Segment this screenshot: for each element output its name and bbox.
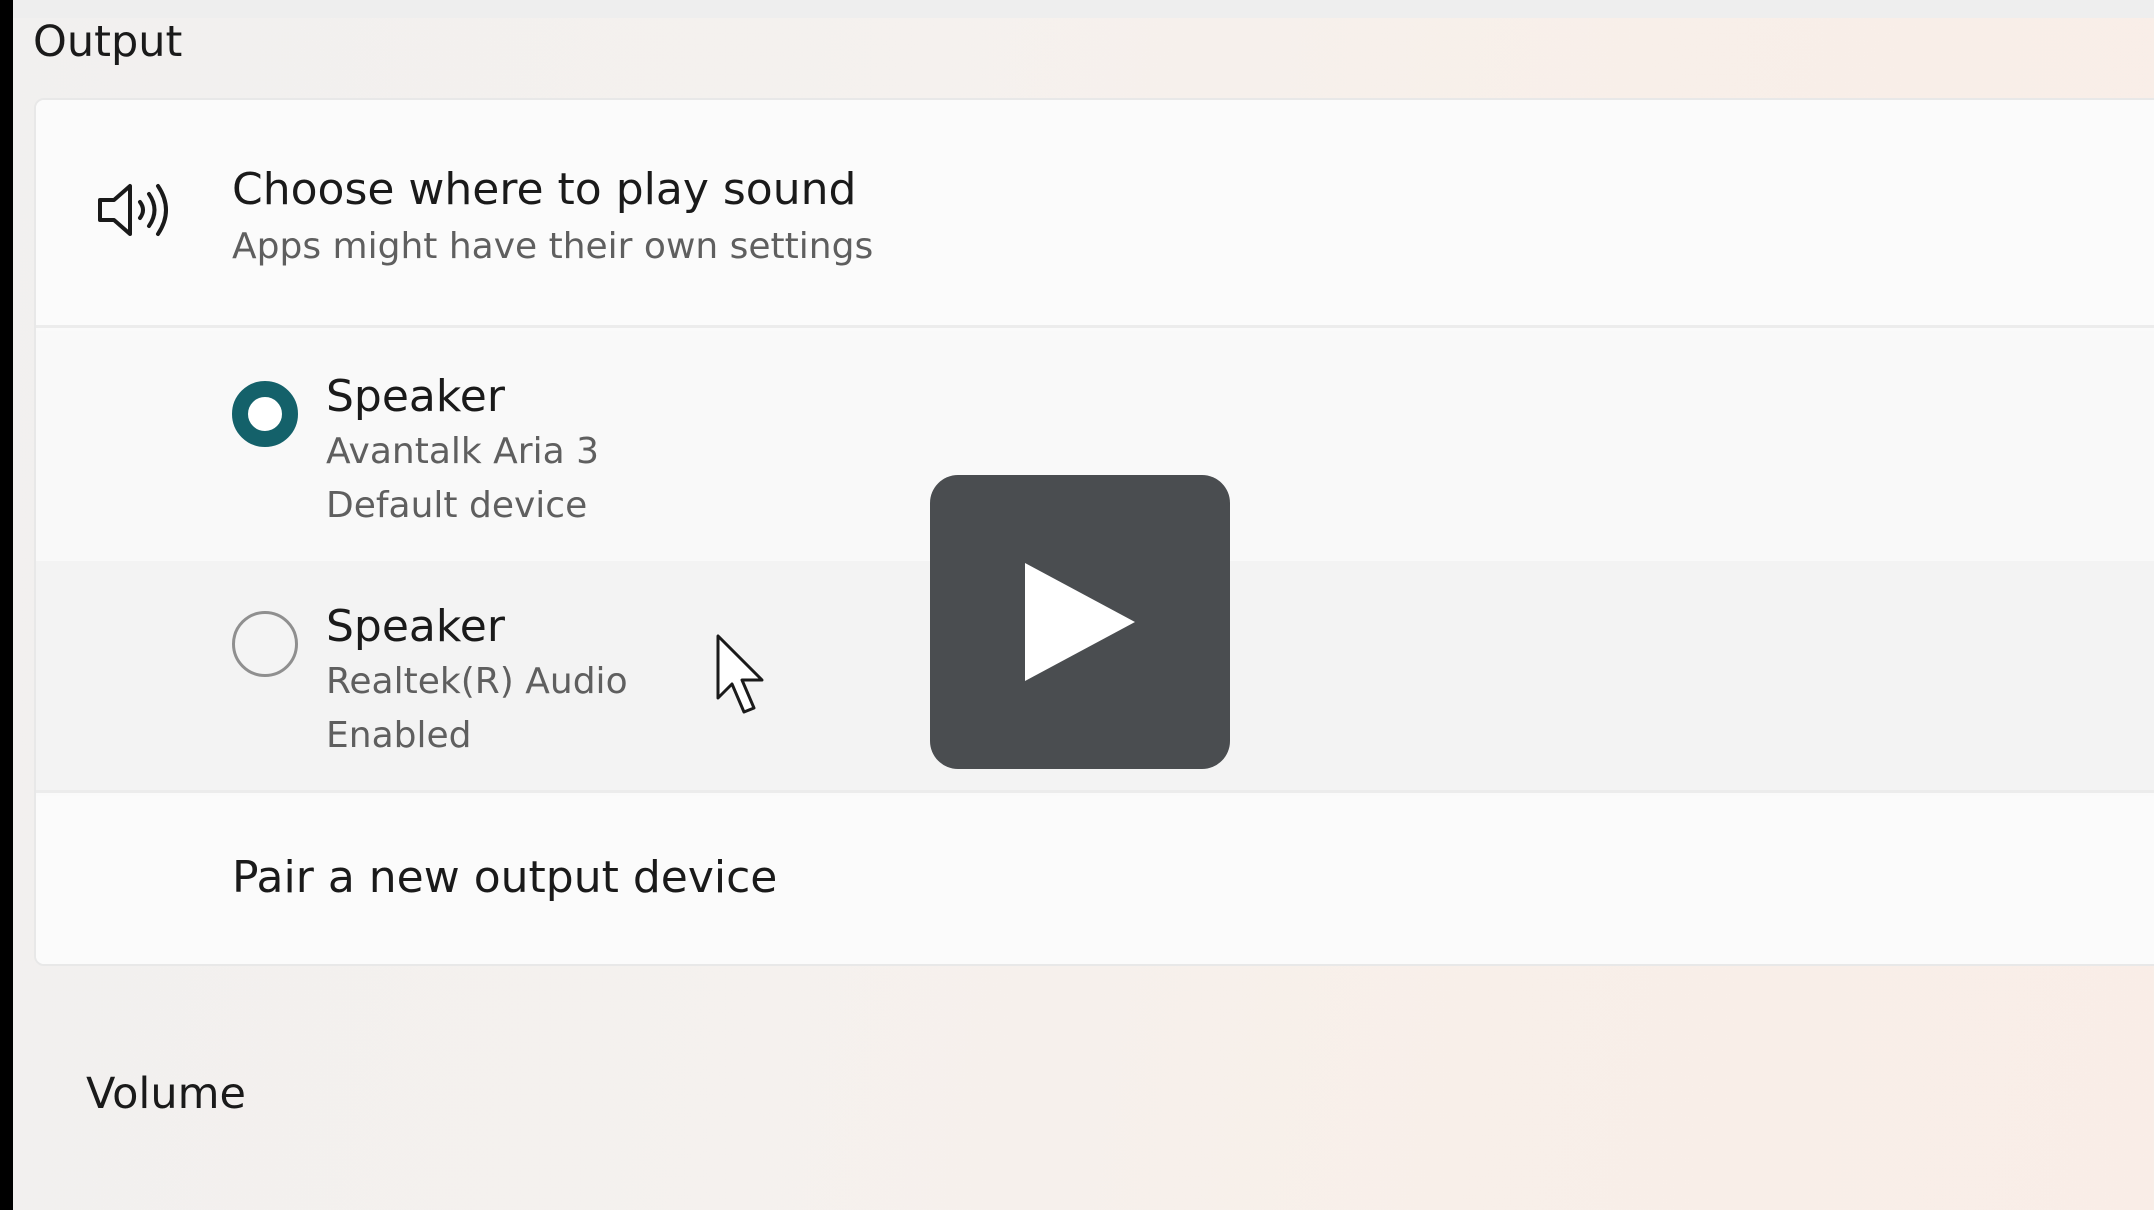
volume-label: Volume xyxy=(86,1069,246,1119)
device-status: Default device xyxy=(326,485,588,526)
top-strip xyxy=(13,0,2154,18)
device-status: Enabled xyxy=(326,715,472,756)
section-title-output: Output xyxy=(33,17,183,67)
header-title: Choose where to play sound xyxy=(232,164,857,215)
pair-device-label: Pair a new output device xyxy=(232,852,778,903)
left-edge-bar xyxy=(0,0,13,1210)
play-icon xyxy=(1025,563,1135,681)
device-name: Speaker xyxy=(326,601,505,652)
choose-output-header[interactable]: Choose where to play sound Apps might ha… xyxy=(36,100,2154,328)
device-radio-selected[interactable] xyxy=(232,381,298,447)
device-model: Realtek(R) Audio xyxy=(326,661,628,702)
device-name: Speaker xyxy=(326,371,505,422)
device-radio-unselected[interactable] xyxy=(232,611,298,677)
video-play-button[interactable] xyxy=(930,475,1230,769)
header-subtitle: Apps might have their own settings xyxy=(232,226,874,267)
speaker-volume-icon xyxy=(98,184,168,236)
pair-new-output-device[interactable]: Pair a new output device xyxy=(36,796,2154,964)
mouse-pointer-icon xyxy=(716,634,764,714)
device-model: Avantalk Aria 3 xyxy=(326,431,600,472)
